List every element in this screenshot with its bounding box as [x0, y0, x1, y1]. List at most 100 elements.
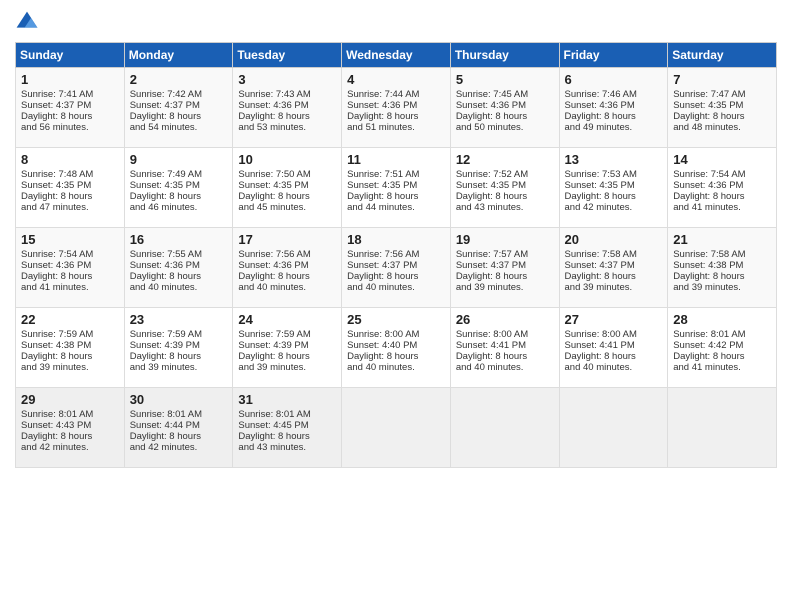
- day-info-line: and 42 minutes.: [130, 442, 228, 453]
- day-info-line: Daylight: 8 hours: [673, 271, 771, 282]
- day-info-line: Sunrise: 7:47 AM: [673, 89, 771, 100]
- day-info-line: Daylight: 8 hours: [21, 431, 119, 442]
- day-info-line: Daylight: 8 hours: [238, 191, 336, 202]
- day-info-line: Sunset: 4:45 PM: [238, 420, 336, 431]
- day-info-line: and 46 minutes.: [130, 202, 228, 213]
- calendar-day-cell: 26Sunrise: 8:00 AMSunset: 4:41 PMDayligh…: [450, 308, 559, 388]
- day-info-line: and 39 minutes.: [456, 282, 554, 293]
- day-number: 27: [565, 312, 663, 327]
- day-info-line: and 39 minutes.: [21, 362, 119, 373]
- day-info-line: Sunrise: 8:01 AM: [130, 409, 228, 420]
- day-info-line: and 44 minutes.: [347, 202, 445, 213]
- day-info-line: Sunrise: 7:54 AM: [673, 169, 771, 180]
- day-number: 24: [238, 312, 336, 327]
- calendar-day-cell: 20Sunrise: 7:58 AMSunset: 4:37 PMDayligh…: [559, 228, 668, 308]
- day-info-line: and 45 minutes.: [238, 202, 336, 213]
- day-info-line: and 39 minutes.: [238, 362, 336, 373]
- day-info-line: and 39 minutes.: [130, 362, 228, 373]
- day-info-line: and 50 minutes.: [456, 122, 554, 133]
- day-info-line: Sunrise: 7:46 AM: [565, 89, 663, 100]
- day-info-line: Daylight: 8 hours: [565, 191, 663, 202]
- day-number: 30: [130, 392, 228, 407]
- day-info-line: Daylight: 8 hours: [456, 271, 554, 282]
- day-number: 6: [565, 72, 663, 87]
- calendar-day-cell: [450, 388, 559, 468]
- day-info-line: and 40 minutes.: [456, 362, 554, 373]
- day-info-line: Daylight: 8 hours: [21, 351, 119, 362]
- calendar-day-cell: 21Sunrise: 7:58 AMSunset: 4:38 PMDayligh…: [668, 228, 777, 308]
- day-info-line: and 56 minutes.: [21, 122, 119, 133]
- day-info-line: Sunrise: 7:41 AM: [21, 89, 119, 100]
- day-info-line: Sunrise: 8:00 AM: [347, 329, 445, 340]
- day-info-line: Sunset: 4:39 PM: [238, 340, 336, 351]
- calendar-day-cell: 16Sunrise: 7:55 AMSunset: 4:36 PMDayligh…: [124, 228, 233, 308]
- calendar-day-cell: 7Sunrise: 7:47 AMSunset: 4:35 PMDaylight…: [668, 68, 777, 148]
- day-info-line: Sunrise: 7:51 AM: [347, 169, 445, 180]
- calendar-day-cell: 12Sunrise: 7:52 AMSunset: 4:35 PMDayligh…: [450, 148, 559, 228]
- day-info-line: Sunrise: 7:56 AM: [238, 249, 336, 260]
- day-info-line: Sunrise: 8:01 AM: [673, 329, 771, 340]
- calendar-week-row: 22Sunrise: 7:59 AMSunset: 4:38 PMDayligh…: [16, 308, 777, 388]
- calendar-day-cell: 23Sunrise: 7:59 AMSunset: 4:39 PMDayligh…: [124, 308, 233, 388]
- day-info-line: Sunset: 4:35 PM: [130, 180, 228, 191]
- day-number: 1: [21, 72, 119, 87]
- day-info-line: Daylight: 8 hours: [456, 111, 554, 122]
- day-number: 14: [673, 152, 771, 167]
- calendar-day-cell: 5Sunrise: 7:45 AMSunset: 4:36 PMDaylight…: [450, 68, 559, 148]
- day-info-line: and 53 minutes.: [238, 122, 336, 133]
- calendar-day-cell: 10Sunrise: 7:50 AMSunset: 4:35 PMDayligh…: [233, 148, 342, 228]
- calendar-day-cell: 2Sunrise: 7:42 AMSunset: 4:37 PMDaylight…: [124, 68, 233, 148]
- day-info-line: and 42 minutes.: [565, 202, 663, 213]
- day-info-line: Sunset: 4:35 PM: [565, 180, 663, 191]
- day-info-line: Sunset: 4:37 PM: [347, 260, 445, 271]
- day-number: 21: [673, 232, 771, 247]
- day-info-line: Sunset: 4:44 PM: [130, 420, 228, 431]
- day-info-line: Sunset: 4:41 PM: [456, 340, 554, 351]
- calendar-day-cell: 6 Sunrise: 7:46 AMSunset: 4:36 PMDaylight…: [559, 68, 668, 148]
- day-info-line: Daylight: 8 hours: [347, 271, 445, 282]
- day-info-line: and 43 minutes.: [456, 202, 554, 213]
- day-info-line: Sunset: 4:37 PM: [130, 100, 228, 111]
- day-info-line: Sunset: 4:42 PM: [673, 340, 771, 351]
- day-info-line: Daylight: 8 hours: [565, 111, 663, 122]
- day-number: 20: [565, 232, 663, 247]
- day-info-line: Sunset: 4:35 PM: [238, 180, 336, 191]
- day-info-line: Sunset: 4:35 PM: [347, 180, 445, 191]
- day-info-line: Daylight: 8 hours: [347, 111, 445, 122]
- weekday-header-cell: Saturday: [668, 43, 777, 68]
- calendar-day-cell: 18Sunrise: 7:56 AMSunset: 4:37 PMDayligh…: [342, 228, 451, 308]
- calendar-day-cell: 1Sunrise: 7:41 AMSunset: 4:37 PMDaylight…: [16, 68, 125, 148]
- day-info-line: Sunrise: 7:59 AM: [130, 329, 228, 340]
- day-info-line: Sunset: 4:38 PM: [21, 340, 119, 351]
- day-info-line: Daylight: 8 hours: [21, 271, 119, 282]
- day-info-line: Sunrise: 7:43 AM: [238, 89, 336, 100]
- calendar-day-cell: [342, 388, 451, 468]
- day-info-line: Sunrise: 7:44 AM: [347, 89, 445, 100]
- calendar-day-cell: [559, 388, 668, 468]
- day-info-line: Sunrise: 7:56 AM: [347, 249, 445, 260]
- day-number: 4: [347, 72, 445, 87]
- weekday-header-row: SundayMondayTuesdayWednesdayThursdayFrid…: [16, 43, 777, 68]
- day-info-line: Sunset: 4:35 PM: [21, 180, 119, 191]
- page-header: [15, 10, 777, 34]
- day-info-line: and 40 minutes.: [130, 282, 228, 293]
- logo-icon: [15, 10, 39, 34]
- day-number: 2: [130, 72, 228, 87]
- day-info-line: and 40 minutes.: [347, 362, 445, 373]
- day-info-line: Sunrise: 7:48 AM: [21, 169, 119, 180]
- day-info-line: Sunset: 4:36 PM: [238, 260, 336, 271]
- day-info-line: Daylight: 8 hours: [456, 351, 554, 362]
- day-number: 22: [21, 312, 119, 327]
- day-info-line: and 40 minutes.: [347, 282, 445, 293]
- calendar-day-cell: 28Sunrise: 8:01 AMSunset: 4:42 PMDayligh…: [668, 308, 777, 388]
- day-info-line: Sunset: 4:37 PM: [565, 260, 663, 271]
- day-number: 7: [673, 72, 771, 87]
- day-info-line: Daylight: 8 hours: [130, 191, 228, 202]
- day-info-line: and 41 minutes.: [21, 282, 119, 293]
- day-number: 31: [238, 392, 336, 407]
- day-number: 13: [565, 152, 663, 167]
- day-info-line: Daylight: 8 hours: [130, 111, 228, 122]
- day-info-line: Sunrise: 7:55 AM: [130, 249, 228, 260]
- calendar-day-cell: 31Sunrise: 8:01 AMSunset: 4:45 PMDayligh…: [233, 388, 342, 468]
- day-info-line: Sunset: 4:36 PM: [565, 100, 663, 111]
